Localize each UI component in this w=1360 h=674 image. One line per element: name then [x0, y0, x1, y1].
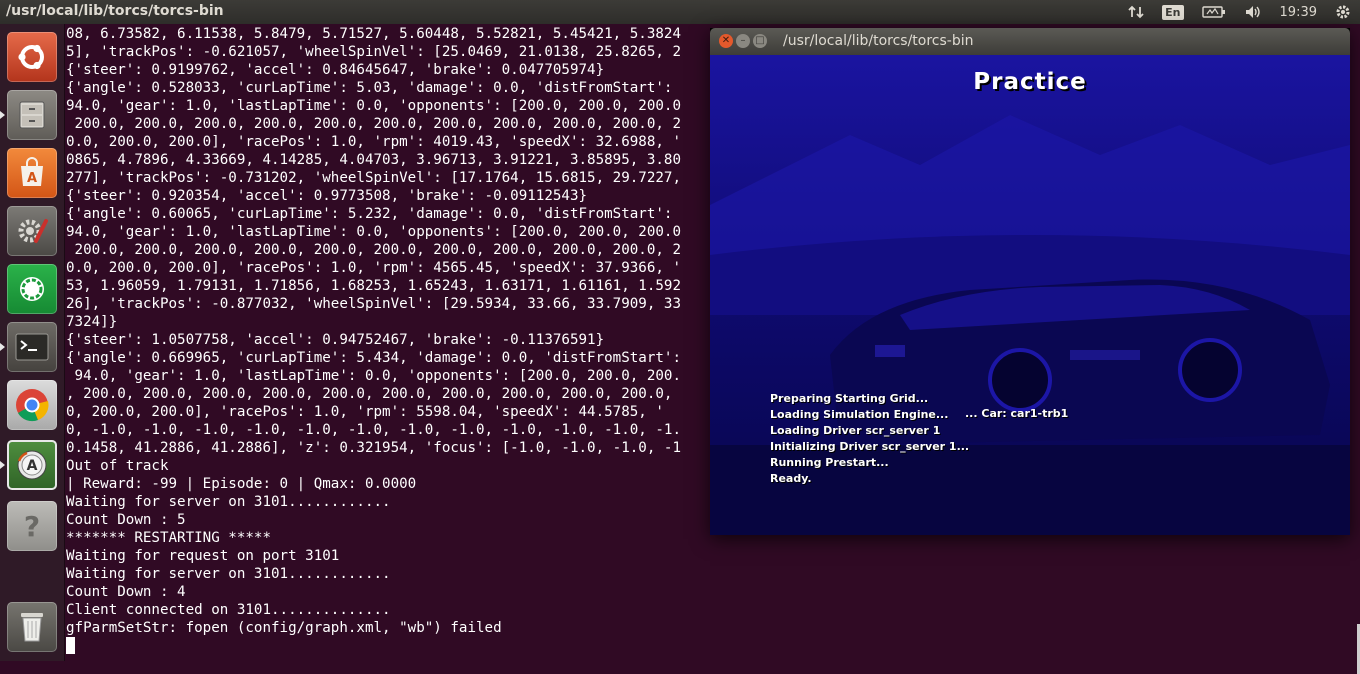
- terminal-line: Count Down : 5: [66, 512, 186, 528]
- loading-line: Loading Simulation Engine...: [770, 408, 949, 421]
- terminal-line: Out of track: [66, 458, 169, 474]
- terminal-line: 7324]}: [66, 314, 118, 330]
- minimize-button[interactable]: –: [736, 34, 750, 48]
- active-app-title: /usr/local/lib/torcs/torcs-bin: [6, 3, 224, 19]
- top-panel: /usr/local/lib/torcs/torcs-bin En 19:39: [0, 0, 1360, 24]
- running-indicator: [0, 461, 5, 469]
- terminal-line: | Reward: -99 | Episode: 0 | Qmax: 0.000…: [66, 476, 417, 492]
- terminal-line: 94.0, 'gear': 1.0, 'lastLapTime': 0.0, '…: [66, 98, 681, 114]
- keyboard-layout-indicator[interactable]: En: [1162, 4, 1184, 20]
- maximize-button[interactable]: □: [753, 34, 767, 48]
- terminal-line: 0.1458, 41.2886, 41.2886], 'z': 0.321954…: [66, 440, 681, 456]
- terminal-line: Waiting for server on 3101............: [66, 566, 391, 582]
- terminal-line: 94.0, 'gear': 1.0, 'lastLapTime': 0.0, '…: [66, 224, 681, 240]
- terminal-line: 08, 6.73582, 6.11538, 5.8479, 5.71527, 5…: [66, 26, 681, 42]
- loading-line: Running Prestart...: [770, 456, 889, 469]
- launcher-dash-button[interactable]: [7, 32, 57, 82]
- terminal-line: Client connected on 3101..............: [66, 602, 391, 618]
- terminal-line: 53, 1.96059, 1.79131, 1.71856, 1.68253, …: [66, 278, 681, 294]
- ubuntu-logo-icon: [14, 39, 50, 75]
- clock[interactable]: 19:39: [1280, 5, 1317, 20]
- terminal-line: 277], 'trackPos': -0.731202, 'wheelSpinV…: [66, 170, 681, 186]
- question-icon: ?: [15, 509, 49, 543]
- minimize-icon: –: [740, 35, 746, 46]
- svg-text:A: A: [27, 458, 38, 474]
- car-info: ... Car: car1-trb1: [965, 407, 1069, 420]
- running-indicator: [0, 111, 5, 119]
- running-indicator: [0, 343, 5, 351]
- launcher-terminal-button[interactable]: [7, 322, 57, 372]
- terminal-line: {'steer': 0.9199762, 'accel': 0.84645647…: [66, 62, 605, 78]
- loading-messages: Preparing Starting Grid... Loading Simul…: [770, 391, 969, 487]
- terminal-icon: [14, 332, 50, 362]
- terminal-line: Count Down : 4: [66, 584, 186, 600]
- terminal-line: 200.0, 200.0, 200.0, 200.0, 200.0, 200.0…: [66, 242, 681, 258]
- green-ring-icon: [14, 271, 50, 307]
- terminal-line: {'angle': 0.528033, 'curLapTime': 5.03, …: [66, 80, 673, 96]
- wrench-gear-icon: [14, 213, 50, 249]
- terminal-line: gfParmSetStr: fopen (config/graph.xml, "…: [66, 620, 502, 636]
- file-cabinet-icon: [15, 98, 49, 132]
- battery-icon[interactable]: [1201, 5, 1226, 19]
- shopping-bag-icon: A: [15, 156, 49, 190]
- terminal-line: Waiting for server on 3101............: [66, 494, 391, 510]
- terminal-line: 0, 200.0, 200.0], 'racePos': 1.0, 'rpm':…: [66, 404, 664, 420]
- indicator-area: En 19:39: [1119, 0, 1360, 24]
- svg-text:?: ?: [24, 510, 40, 543]
- terminal-line: {'angle': 0.669965, 'curLapTime': 5.434,…: [66, 350, 681, 366]
- terminal-line: 0, -1.0, -1.0, -1.0, -1.0, -1.0, -1.0, -…: [66, 422, 681, 438]
- loading-line: Loading Driver scr_server 1: [770, 424, 941, 437]
- terminal-line: 0865, 4.7896, 4.33669, 4.14285, 4.04703,…: [66, 152, 681, 168]
- launcher-updater-button[interactable]: A: [7, 440, 57, 490]
- terminal-line: 26], 'trackPos': -0.877032, 'wheelSpinVe…: [66, 296, 681, 312]
- session-gear-icon[interactable]: [1335, 4, 1351, 20]
- torcs-window: ✕ – □ /usr/local/lib/torcs/torcs-bin Pra…: [710, 28, 1350, 535]
- loading-line: Initializing Driver scr_server 1...: [770, 440, 970, 453]
- network-transfer-icon[interactable]: [1128, 4, 1144, 20]
- volume-icon[interactable]: [1244, 4, 1262, 20]
- svg-text:A: A: [27, 171, 37, 186]
- terminal-line: 0.0, 200.0, 200.0], 'racePos': 1.0, 'rpm…: [66, 260, 681, 276]
- terminal-line: 94.0, 'gear': 1.0, 'lastLapTime': 0.0, '…: [66, 368, 681, 384]
- loading-line: Preparing Starting Grid...: [770, 392, 929, 405]
- game-screen[interactable]: Practice Preparing Starting Grid... Load…: [710, 55, 1350, 535]
- launcher-chromium-button[interactable]: [7, 380, 57, 430]
- terminal-line: ******* RESTARTING *****: [66, 530, 271, 546]
- screen-title: Practice: [973, 69, 1087, 95]
- loading-line: Ready.: [770, 472, 812, 485]
- launcher-files-button[interactable]: [7, 90, 57, 140]
- launcher-app-button[interactable]: [7, 264, 57, 314]
- launcher-trash-button[interactable]: [7, 602, 57, 652]
- terminal-line: , 200.0, 200.0, 200.0, 200.0, 200.0, 200…: [66, 386, 673, 402]
- terminal-line: {'steer': 0.920354, 'accel': 0.9773508, …: [66, 188, 588, 204]
- terminal-line: Waiting for request on port 3101: [66, 548, 340, 564]
- launcher-help-button[interactable]: ?: [7, 501, 57, 551]
- terminal-line: {'angle': 0.60065, 'curLapTime': 5.232, …: [66, 206, 673, 222]
- launcher-settings-button[interactable]: [7, 206, 57, 256]
- terminal-cursor: [66, 637, 75, 654]
- close-icon: ✕: [721, 35, 731, 46]
- window-titlebar[interactable]: ✕ – □ /usr/local/lib/torcs/torcs-bin: [710, 28, 1350, 55]
- window-title: /usr/local/lib/torcs/torcs-bin: [783, 33, 974, 49]
- close-button[interactable]: ✕: [719, 34, 733, 48]
- chromium-icon: [13, 386, 51, 424]
- terminal-line: 0.0, 200.0, 200.0], 'racePos': 1.0, 'rpm…: [66, 134, 681, 150]
- launcher: A A ?: [0, 24, 65, 661]
- trash-icon: [16, 609, 48, 645]
- updater-icon: A: [14, 447, 50, 483]
- terminal-line: 5], 'trackPos': -0.621057, 'wheelSpinVel…: [66, 44, 681, 60]
- maximize-icon: □: [755, 35, 765, 46]
- terminal-line: {'steer': 1.0507758, 'accel': 0.94752467…: [66, 332, 605, 348]
- terminal-line: 200.0, 200.0, 200.0, 200.0, 200.0, 200.0…: [66, 116, 681, 132]
- launcher-software-center-button[interactable]: A: [7, 148, 57, 198]
